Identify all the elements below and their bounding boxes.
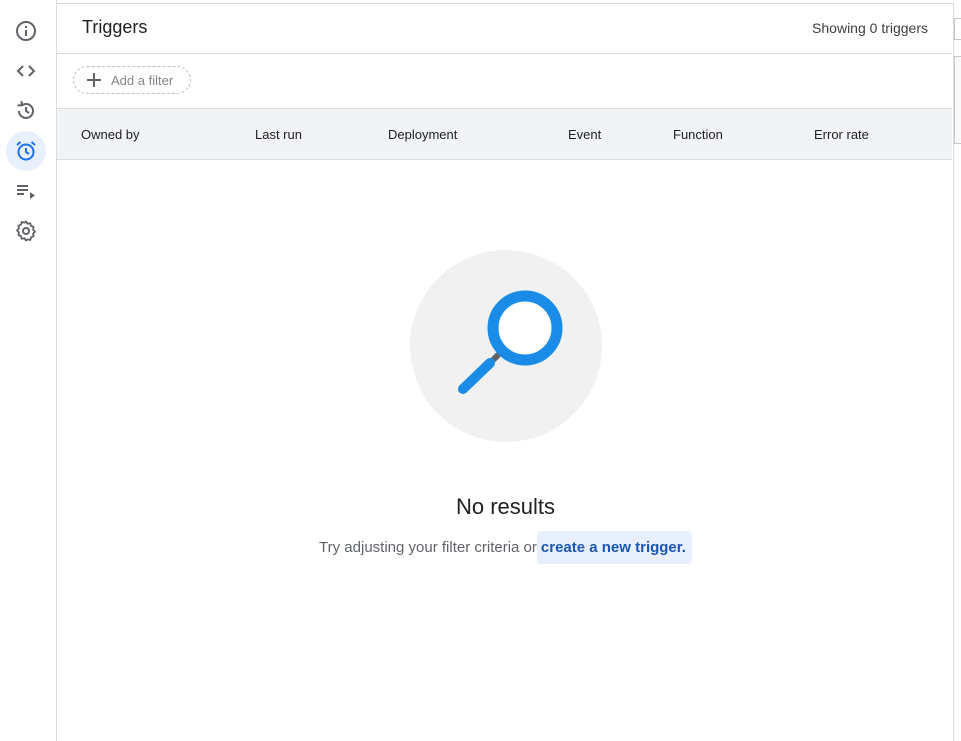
left-nav-rail xyxy=(0,0,57,741)
browser-scrollbar[interactable] xyxy=(954,56,961,144)
column-error-rate[interactable]: Error rate xyxy=(814,127,869,142)
triggers-panel: Triggers Showing 0 triggers Add a filter… xyxy=(57,3,954,741)
no-results-heading: No results xyxy=(455,494,556,519)
plus-icon xyxy=(87,73,101,87)
triggers-table-header: Owned by Last run Deployment Event Funct… xyxy=(57,109,952,160)
apps-script-triggers-page: Triggers Showing 0 triggers Add a filter… xyxy=(0,0,961,741)
editor-nav-button[interactable] xyxy=(6,51,46,91)
filter-bar: Add a filter xyxy=(57,54,952,109)
overview-nav-button[interactable] xyxy=(6,11,46,51)
page-title: Triggers xyxy=(82,17,148,37)
add-filter-label: Add a filter xyxy=(111,72,174,88)
settings-nav-button[interactable] xyxy=(6,211,46,251)
empty-state-hint: Try adjusting your filter criteria or cr… xyxy=(57,531,954,564)
alarm-clock-icon xyxy=(16,141,36,161)
column-owned-by[interactable]: Owned by xyxy=(81,127,140,142)
playlist-play-icon xyxy=(17,185,35,199)
code-icon xyxy=(16,65,36,77)
column-function[interactable]: Function xyxy=(673,127,723,142)
browser-edge-control xyxy=(954,18,961,40)
create-trigger-link[interactable]: create a new trigger. xyxy=(536,531,692,564)
triggers-nav-button[interactable] xyxy=(6,131,46,171)
column-event[interactable]: Event xyxy=(568,127,601,142)
triggers-header: Triggers Showing 0 triggers xyxy=(57,4,952,54)
trigger-count-label: Showing 0 triggers xyxy=(812,20,928,36)
empty-state-illustration xyxy=(410,250,602,442)
executions-history-nav-button[interactable] xyxy=(6,91,46,131)
gear-icon xyxy=(16,220,36,242)
info-icon xyxy=(16,21,36,41)
column-last-run[interactable]: Last run xyxy=(255,127,302,142)
history-icon xyxy=(17,101,34,119)
add-filter-button[interactable]: Add a filter xyxy=(73,66,191,94)
executions-nav-button[interactable] xyxy=(6,171,46,211)
magnifier-icon xyxy=(458,290,563,394)
column-deployment[interactable]: Deployment xyxy=(388,127,457,142)
hint-text: Try adjusting your filter criteria or xyxy=(319,539,537,556)
